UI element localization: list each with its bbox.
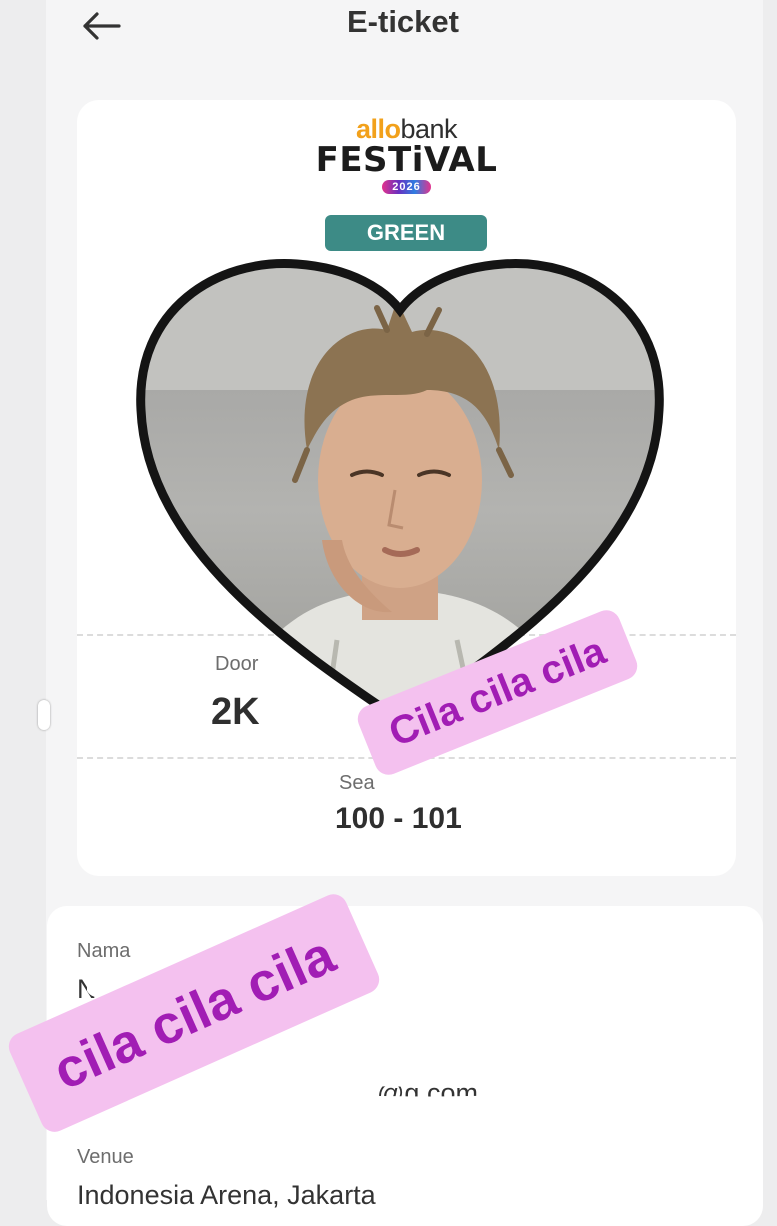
side-handle (38, 700, 50, 730)
festival-logo: allobank FESTiVAL 2026 (77, 115, 736, 195)
brand-festival: FESTiVAL (315, 140, 498, 180)
seat-value: 100 - 101 (335, 802, 462, 835)
brand-year: 2026 (382, 180, 431, 194)
seat-label: Sea (339, 772, 375, 794)
venue-value: Indonesia Arena, Jakarta (77, 1180, 376, 1210)
venue-label: Venue (77, 1146, 134, 1168)
page-title: E-ticket (347, 4, 459, 39)
category-badge: GREEN (325, 215, 487, 251)
